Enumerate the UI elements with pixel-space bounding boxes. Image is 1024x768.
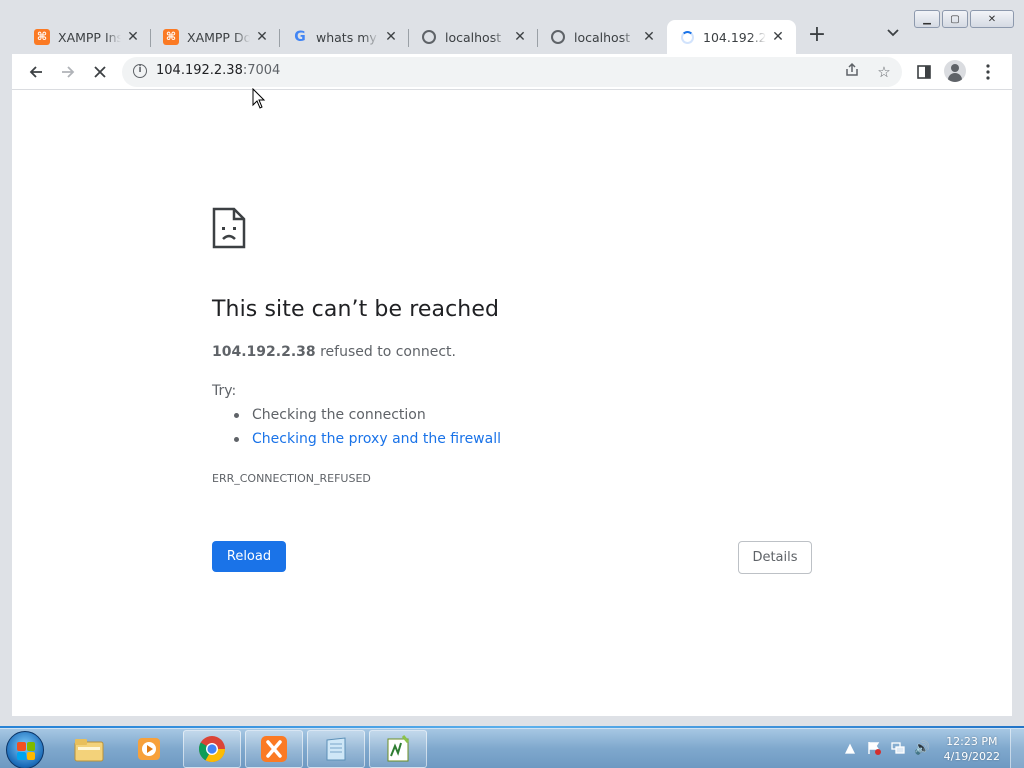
try-label: Try: bbox=[212, 383, 237, 399]
network-icon[interactable] bbox=[890, 741, 906, 757]
taskbar-chrome[interactable] bbox=[183, 730, 241, 768]
taskbar-notepad[interactable] bbox=[307, 730, 365, 768]
suggestions-list: Checking the connection Checking the pro… bbox=[232, 406, 501, 454]
tab-active-ip[interactable]: 104.192.2.38:7004 ✕ bbox=[667, 20, 796, 54]
start-button[interactable] bbox=[6, 731, 44, 768]
profile-avatar[interactable] bbox=[944, 60, 966, 82]
side-panel-button[interactable] bbox=[912, 60, 936, 84]
tab-localhost-1[interactable]: localhost ✕ bbox=[409, 20, 538, 54]
tab-localhost-2[interactable]: localhost ✕ bbox=[538, 20, 667, 54]
tab-xampp-downloads[interactable]: ⌘ XAMPP Downloads ✕ bbox=[151, 20, 280, 54]
forward-button[interactable] bbox=[56, 60, 80, 84]
taskbar-notepad-plus[interactable] bbox=[369, 730, 427, 768]
taskbar-explorer[interactable] bbox=[60, 730, 118, 768]
taskbar-media-player[interactable] bbox=[120, 730, 178, 768]
back-button[interactable] bbox=[24, 60, 48, 84]
taskbar: ▲ 🔊 12:23 PM 4/19/2022 bbox=[0, 728, 1024, 768]
clock-time: 12:23 PM bbox=[946, 735, 998, 748]
globe-icon bbox=[421, 29, 437, 45]
volume-icon[interactable]: 🔊 bbox=[914, 741, 930, 757]
share-icon[interactable] bbox=[842, 62, 862, 82]
close-icon[interactable]: ✕ bbox=[770, 29, 786, 45]
windows-logo-icon bbox=[17, 742, 35, 760]
xampp-icon bbox=[261, 736, 287, 762]
site-info-icon[interactable]: i bbox=[133, 64, 147, 78]
tab-title: XAMPP Downloads bbox=[187, 29, 250, 45]
tab-search-button[interactable] bbox=[884, 26, 902, 44]
tab-title: localhost bbox=[574, 29, 631, 45]
error-code: ERR_CONNECTION_REFUSED bbox=[212, 472, 371, 485]
folder-icon bbox=[74, 739, 104, 762]
close-icon[interactable]: ✕ bbox=[512, 29, 528, 45]
tabs: ⌘ XAMPP Installers and Downloads ✕ ⌘ XAM… bbox=[22, 20, 796, 54]
browser-window: ⌘ XAMPP Installers and Downloads ✕ ⌘ XAM… bbox=[0, 0, 1024, 726]
mouse-cursor-icon bbox=[252, 87, 266, 114]
close-window-button[interactable]: ✕ bbox=[970, 10, 1014, 28]
tab-title: localhost bbox=[445, 29, 502, 45]
window-controls: ▁ ▢ ✕ bbox=[914, 10, 1014, 28]
sad-page-icon bbox=[212, 207, 246, 253]
xampp-icon: ⌘ bbox=[34, 29, 50, 45]
menu-button[interactable] bbox=[976, 60, 1000, 84]
bookmark-star-icon[interactable]: ☆ bbox=[874, 62, 894, 82]
xampp-icon: ⌘ bbox=[163, 29, 179, 45]
suggestion-check-connection: Checking the connection bbox=[232, 406, 501, 430]
suggestion-check-proxy-link[interactable]: Checking the proxy and the firewall bbox=[232, 430, 501, 454]
arrow-right-icon bbox=[62, 66, 75, 78]
new-tab-button[interactable]: + bbox=[806, 24, 828, 46]
url-text[interactable]: 104.192.2.38:7004 bbox=[156, 63, 280, 78]
browser-toolbar: i 104.192.2.38:7004 ☆ bbox=[12, 54, 1012, 90]
tab-title: XAMPP Installers and Downloads bbox=[58, 29, 121, 45]
media-player-icon bbox=[138, 738, 160, 760]
stop-loading-button[interactable] bbox=[88, 60, 112, 84]
close-icon[interactable]: ✕ bbox=[383, 29, 399, 45]
show-desktop-button[interactable] bbox=[1010, 729, 1024, 768]
minimize-button[interactable]: ▁ bbox=[914, 10, 940, 28]
globe-icon bbox=[550, 29, 566, 45]
notepad-plus-icon bbox=[387, 735, 410, 762]
stop-icon bbox=[94, 66, 106, 78]
arrow-left-icon bbox=[29, 66, 42, 78]
tab-xampp-installers[interactable]: ⌘ XAMPP Installers and Downloads ✕ bbox=[22, 20, 151, 54]
loading-spinner-icon bbox=[679, 29, 695, 45]
tab-title: 104.192.2.38:7004 bbox=[703, 29, 766, 45]
tab-strip: ⌘ XAMPP Installers and Downloads ✕ ⌘ XAM… bbox=[0, 0, 1024, 54]
notepad-icon bbox=[326, 737, 346, 761]
clock-date: 4/19/2022 bbox=[943, 750, 1000, 763]
close-icon[interactable]: ✕ bbox=[125, 29, 141, 45]
chrome-icon bbox=[198, 736, 226, 763]
tab-whats-my-ip[interactable]: G whats my ip ✕ bbox=[280, 20, 409, 54]
show-hidden-icons-icon[interactable]: ▲ bbox=[842, 741, 858, 757]
google-icon: G bbox=[294, 29, 306, 45]
close-icon[interactable]: ✕ bbox=[254, 29, 270, 45]
clock[interactable]: 12:23 PM 4/19/2022 bbox=[944, 734, 1000, 764]
reload-button[interactable]: Reload bbox=[212, 541, 286, 572]
tab-title: whats my ip bbox=[316, 29, 379, 45]
address-bar[interactable]: i 104.192.2.38:7004 ☆ bbox=[122, 57, 902, 87]
kebab-menu-icon bbox=[986, 64, 990, 80]
taskbar-xampp[interactable] bbox=[245, 730, 303, 768]
error-title: This site can’t be reached bbox=[212, 297, 500, 322]
maximize-button[interactable]: ▢ bbox=[942, 10, 968, 28]
error-message: 104.192.2.38 refused to connect. bbox=[212, 344, 456, 360]
close-icon[interactable]: ✕ bbox=[641, 29, 657, 45]
side-panel-icon bbox=[917, 65, 931, 79]
chevron-down-icon bbox=[887, 29, 899, 37]
page-content: This site can’t be reached 104.192.2.38 … bbox=[12, 90, 1012, 716]
details-button[interactable]: Details bbox=[738, 541, 812, 574]
action-center-flag-icon[interactable] bbox=[866, 741, 882, 757]
